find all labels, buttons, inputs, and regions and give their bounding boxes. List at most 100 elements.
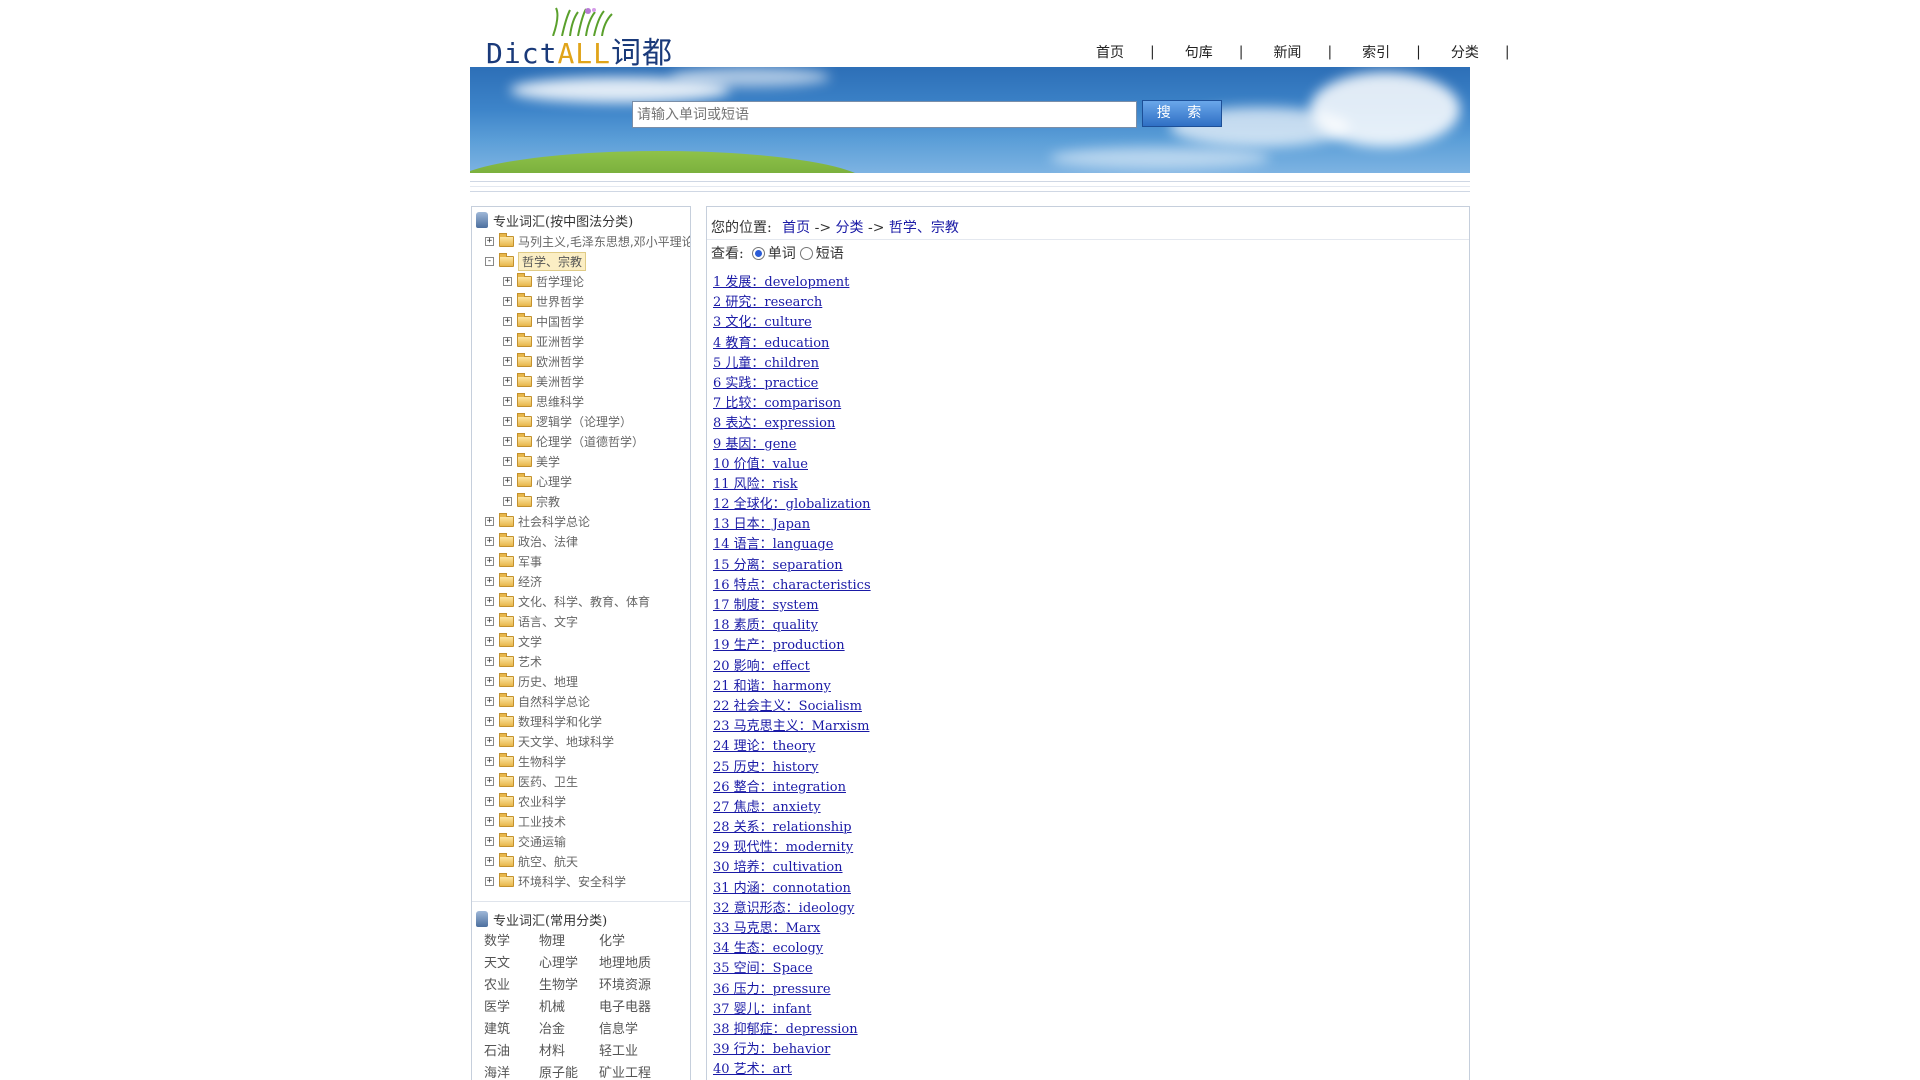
expand-icon[interactable]: +: [503, 296, 512, 306]
word-link[interactable]: 35 空间：Space: [713, 961, 813, 976]
tree-item[interactable]: + 心理学: [472, 471, 690, 491]
common-category-link[interactable]: 机械: [539, 1000, 599, 1016]
tree-item[interactable]: + 思维科学: [472, 391, 690, 411]
common-category-link[interactable]: 信息学: [599, 1022, 679, 1038]
expand-icon[interactable]: +: [485, 756, 494, 766]
word-link[interactable]: 38 抑郁症：depression: [713, 1022, 858, 1037]
tree-item[interactable]: + 美洲哲学: [472, 371, 690, 391]
expand-icon[interactable]: +: [503, 356, 512, 366]
expand-icon[interactable]: +: [503, 436, 512, 446]
word-link[interactable]: 33 马克思：Marx: [713, 921, 820, 936]
common-category-link[interactable]: 数学: [484, 934, 539, 950]
expand-icon[interactable]: +: [503, 476, 512, 486]
common-category-link[interactable]: 建筑: [484, 1022, 539, 1038]
expand-icon[interactable]: +: [485, 776, 494, 786]
expand-icon[interactable]: +: [485, 236, 494, 246]
radio-phrases-label[interactable]: 短语: [816, 243, 844, 263]
word-link[interactable]: 34 生态：ecology: [713, 941, 823, 956]
breadcrumb-home-link[interactable]: 首页: [782, 220, 810, 236]
expand-icon[interactable]: +: [485, 856, 494, 866]
expand-icon[interactable]: +: [485, 556, 494, 566]
tree-item[interactable]: + 自然科学总论: [472, 691, 690, 711]
tree-item[interactable]: + 医药、卫生: [472, 771, 690, 791]
expand-icon[interactable]: +: [485, 816, 494, 826]
word-link[interactable]: 7 比较：comparison: [713, 396, 841, 411]
word-link[interactable]: 5 儿童：children: [713, 356, 819, 371]
expand-icon[interactable]: +: [503, 276, 512, 286]
tree-item[interactable]: + 语言、文字: [472, 611, 690, 631]
word-link[interactable]: 12 全球化：globalization: [713, 497, 871, 512]
word-link[interactable]: 19 生产：production: [713, 638, 845, 653]
search-button[interactable]: 搜 索: [1142, 100, 1222, 127]
word-link[interactable]: 13 日本：Japan: [713, 517, 810, 532]
common-category-link[interactable]: 矿业工程: [599, 1066, 679, 1080]
expand-icon[interactable]: +: [503, 336, 512, 346]
tree-item[interactable]: + 数理科学和化学: [472, 711, 690, 731]
tree-item[interactable]: + 马列主义,毛泽东思想,邓小平理论: [472, 231, 690, 251]
expand-icon[interactable]: +: [485, 716, 494, 726]
tree-item[interactable]: + 社会科学总论: [472, 511, 690, 531]
expand-icon[interactable]: +: [503, 316, 512, 326]
radio-words-label[interactable]: 单词: [768, 243, 796, 263]
tree-item[interactable]: + 伦理学（道德哲学）: [472, 431, 690, 451]
common-category-link[interactable]: 环境资源: [599, 978, 679, 994]
tree-item[interactable]: + 经济: [472, 571, 690, 591]
common-category-link[interactable]: 材料: [539, 1044, 599, 1060]
word-link[interactable]: 21 和谐：harmony: [713, 679, 831, 694]
word-link[interactable]: 26 整合：integration: [713, 780, 846, 795]
tree-item[interactable]: + 艺术: [472, 651, 690, 671]
breadcrumb-current-link[interactable]: 哲学、宗教: [889, 220, 959, 236]
word-link[interactable]: 28 关系：relationship: [713, 820, 852, 835]
nav-sentences-link[interactable]: 句库: [1179, 42, 1219, 62]
tree-item[interactable]: + 天文学、地球科学: [472, 731, 690, 751]
word-link[interactable]: 25 历史：history: [713, 760, 819, 775]
word-link[interactable]: 9 基因：gene: [713, 437, 797, 452]
expand-icon[interactable]: +: [485, 616, 494, 626]
expand-icon[interactable]: +: [485, 596, 494, 606]
word-link[interactable]: 32 意识形态：ideology: [713, 901, 854, 916]
expand-icon[interactable]: +: [485, 876, 494, 886]
word-link[interactable]: 1 发展：development: [713, 275, 849, 290]
tree-item[interactable]: + 亚洲哲学: [472, 331, 690, 351]
site-logo[interactable]: DictALL词都: [486, 6, 676, 71]
radio-words[interactable]: [751, 246, 765, 260]
tree-item[interactable]: + 中国哲学: [472, 311, 690, 331]
word-link[interactable]: 20 影响：effect: [713, 659, 810, 674]
expand-icon[interactable]: +: [485, 796, 494, 806]
common-category-link[interactable]: 轻工业: [599, 1044, 679, 1060]
tree-item[interactable]: + 逻辑学（论理学）: [472, 411, 690, 431]
tree-item[interactable]: + 军事: [472, 551, 690, 571]
word-link[interactable]: 15 分离：separation: [713, 558, 843, 573]
tree-item[interactable]: + 工业技术: [472, 811, 690, 831]
tree-item[interactable]: + 航空、航天: [472, 851, 690, 871]
expand-icon[interactable]: +: [503, 456, 512, 466]
expand-icon[interactable]: +: [503, 396, 512, 406]
word-link[interactable]: 3 文化：culture: [713, 315, 812, 330]
expand-icon[interactable]: +: [485, 696, 494, 706]
tree-item[interactable]: + 哲学理论: [472, 271, 690, 291]
radio-phrases[interactable]: [799, 246, 813, 260]
word-link[interactable]: 27 焦虑：anxiety: [713, 800, 821, 815]
tree-item[interactable]: + 农业科学: [472, 791, 690, 811]
common-category-link[interactable]: 天文: [484, 956, 539, 972]
tree-item[interactable]: + 交通运输: [472, 831, 690, 851]
common-category-link[interactable]: 生物学: [539, 978, 599, 994]
word-link[interactable]: 40 艺术：art: [713, 1062, 792, 1077]
word-link[interactable]: 6 实践：practice: [713, 376, 818, 391]
common-category-link[interactable]: 医学: [484, 1000, 539, 1016]
common-category-link[interactable]: 石油: [484, 1044, 539, 1060]
word-link[interactable]: 36 压力：pressure: [713, 982, 831, 997]
word-link[interactable]: 4 教育：education: [713, 336, 829, 351]
expand-icon[interactable]: +: [485, 636, 494, 646]
word-link[interactable]: 10 价值：value: [713, 457, 808, 472]
expand-icon[interactable]: +: [485, 516, 494, 526]
word-link[interactable]: 8 表达：expression: [713, 416, 835, 431]
common-category-link[interactable]: 冶金: [539, 1022, 599, 1038]
nav-news-link[interactable]: 新闻: [1267, 42, 1307, 62]
common-category-link[interactable]: 化学: [599, 934, 679, 950]
expand-icon[interactable]: +: [503, 376, 512, 386]
tree-item[interactable]: + 生物科学: [472, 751, 690, 771]
word-link[interactable]: 2 研究：research: [713, 295, 822, 310]
word-link[interactable]: 23 马克思主义：Marxism: [713, 719, 869, 734]
expand-icon[interactable]: +: [485, 536, 494, 546]
